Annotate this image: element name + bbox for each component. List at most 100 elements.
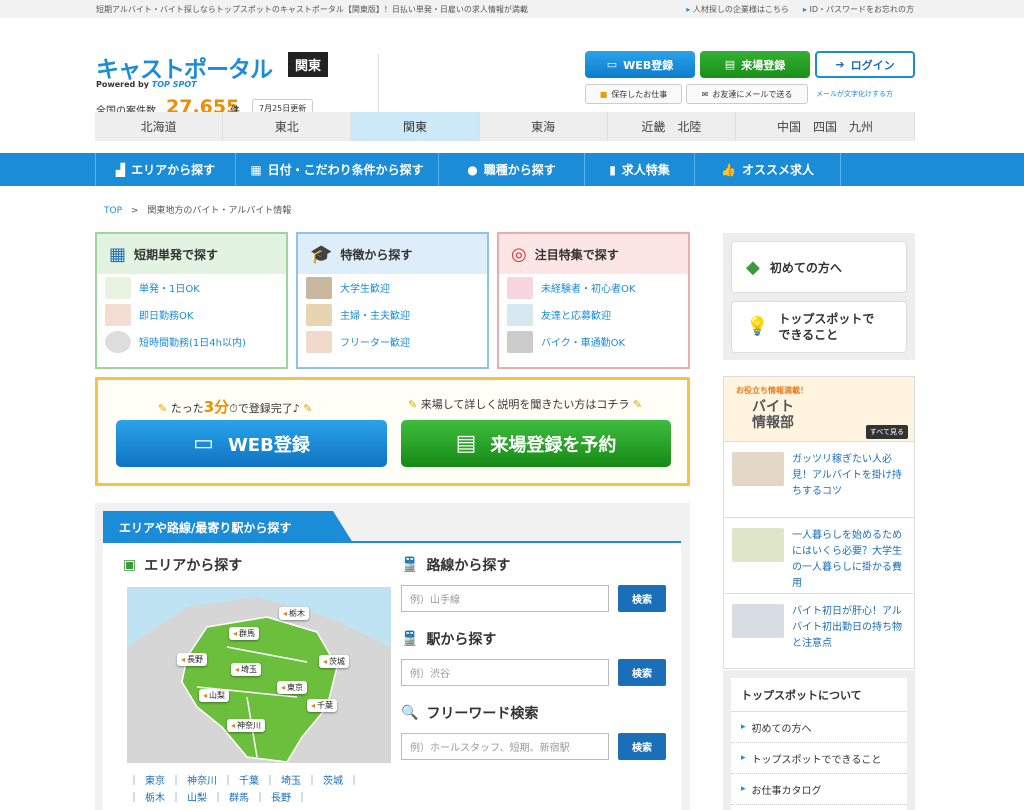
map-pin-gunma[interactable]: 群馬 (229, 627, 260, 640)
pref-link[interactable]: 栃木 (145, 793, 165, 804)
station-search-input[interactable]: 例）渋谷 (401, 659, 609, 686)
category-features: 🎓 特徴から探す 大学生歓迎 主婦・主夫歓迎 フリーター歓迎 (296, 232, 489, 369)
register-caption-visit: ✎ 来場して詳しく説明を聞きたい方はコチラ ✎ (408, 398, 643, 411)
pref-link[interactable]: 山梨 (187, 793, 207, 804)
category-link[interactable]: 短時間勤務(1日4h以内) (97, 328, 286, 355)
pref-link[interactable]: 埼玉 (281, 776, 301, 787)
map-pin-ibaraki[interactable]: 茨城 (319, 655, 350, 668)
nav-recommended[interactable]: 👍 オススメ求人 (694, 153, 841, 186)
freeword-search-input[interactable]: 例）ホールスタッフ、短期、新宿駅 (401, 733, 609, 760)
region-tab-chugoku-shikoku-kyushu[interactable]: 中国 四国 九州 (736, 112, 915, 141)
train-icon: 🚆 (401, 557, 419, 573)
station-search-title: 🚆 駅から探す (401, 631, 497, 648)
big-visit-register-button[interactable]: ▤ 来場登録を予約 (401, 420, 671, 467)
pref-link[interactable]: 群馬 (229, 793, 249, 804)
region-tab-tohoku[interactable]: 東北 (223, 112, 352, 141)
map-pin-tokyo[interactable]: 東京 (277, 681, 308, 694)
big-web-register-button[interactable]: ▭ WEB登録 (116, 420, 387, 467)
line-search-input[interactable]: 例）山手線 (401, 585, 609, 612)
thumbnail (306, 276, 332, 299)
article-item[interactable]: バイト初日が肝心！アルバイト初出勤日の持ち物と注意点 (724, 593, 914, 669)
header: キャストポータル Powered by TOP SPOT 関東 全国の案件数 2… (0, 18, 1024, 118)
category-link[interactable]: 即日勤務OK (97, 301, 286, 328)
about-link[interactable]: 初めての方へ (731, 712, 907, 743)
category-link[interactable]: 単発・1日OK (97, 274, 286, 301)
stopwatch-icon: ⏱ (229, 402, 238, 415)
region-tab-kinki-hokuriku[interactable]: 近畿 北陸 (608, 112, 736, 141)
lightbulb-icon: 💡 (746, 316, 769, 337)
pref-link[interactable]: 神奈川 (187, 776, 217, 787)
corporate-link[interactable]: 人材探しの企業様はこちら (686, 4, 789, 15)
login-button[interactable]: ➜ ログイン (815, 51, 915, 78)
info-banner[interactable]: お役立ち情報満載！ バイト 情報部 すべて見る (724, 377, 914, 441)
region-tab-hokkaido[interactable]: 北海道 (95, 112, 224, 141)
breadcrumb-top[interactable]: TOP (104, 206, 122, 216)
category-link[interactable]: 友達と応募歓迎 (499, 301, 688, 328)
calendar-icon: ▦ (250, 162, 262, 177)
site-tagline: 短期アルバイト・バイト探しならトップスポットのキャストポータル【関東版】！日払い… (96, 4, 528, 14)
thumbs-up-icon: 👍 (721, 162, 736, 177)
region-tab-tokai[interactable]: 東海 (480, 112, 608, 141)
clock-icon (105, 330, 131, 353)
see-all-button[interactable]: すべて見る (865, 425, 908, 439)
category-link[interactable]: フリーター歓迎 (298, 328, 487, 355)
about-link[interactable]: お仕事カタログ (731, 774, 907, 805)
station-search-button[interactable]: 検索 (618, 659, 666, 686)
category-link[interactable]: バイク・車通勤OK (499, 328, 688, 355)
thumbnail (507, 303, 533, 326)
graduation-cap-icon: 🎓 (310, 243, 333, 265)
train-icon: 🚆 (401, 631, 419, 647)
about-link[interactable]: トップスポットでできること (731, 743, 907, 774)
pref-link[interactable]: 茨城 (323, 776, 343, 787)
map-pin-kanagawa[interactable]: 神奈川 (227, 719, 266, 732)
nav-area[interactable]: ▟ エリアから探す (95, 153, 235, 186)
area-search-title: ▣ エリアから探す (123, 557, 243, 574)
map-pin-nagano[interactable]: 長野 (177, 653, 208, 666)
nav-date-conditions[interactable]: ▦ 日付・こだわり条件から探す (235, 153, 438, 186)
document-icon: ▤ (455, 431, 477, 456)
mail-garbled-link[interactable]: メールが文字化けする方 (816, 89, 893, 99)
freeword-search-button[interactable]: 検索 (618, 733, 666, 760)
pref-link[interactable]: 長野 (271, 793, 291, 804)
map-pin-saitama[interactable]: 埼玉 (231, 663, 262, 676)
pref-link[interactable]: 千葉 (239, 776, 259, 787)
breadcrumb: TOP > 関東地方のバイト・アルバイト情報 (104, 203, 291, 216)
web-register-button[interactable]: ▭ WEB登録 (585, 51, 695, 78)
category-link[interactable]: 主婦・主夫歓迎 (298, 301, 487, 328)
line-search-button[interactable]: 検索 (618, 585, 666, 612)
region-tabs: 北海道 東北 関東 東海 近畿 北陸 中国 四国 九州 (95, 112, 915, 141)
visit-register-button[interactable]: ▤ 来場登録 (700, 51, 810, 78)
map-pin-yamanashi[interactable]: 山梨 (199, 689, 230, 702)
pref-link[interactable]: 東京 (145, 776, 165, 787)
powered-by: Powered by TOP SPOT (96, 80, 197, 89)
search-tab: エリアや路線/最寄り駅から探す (103, 511, 353, 543)
document-icon: ▤ (724, 58, 736, 71)
article-item[interactable]: 一人暮らしを始めるためにはいくら必要？大学生の一人暮らしに掛かる費用 (724, 517, 914, 593)
region-tab-kanto[interactable]: 関東 (351, 112, 480, 141)
nav-job-type[interactable]: ● 職種から探す (438, 153, 584, 186)
first-time-button[interactable]: ◆ 初めての方へ (731, 241, 907, 293)
forgot-password-link[interactable]: ID・パスワードをお忘れの方 (803, 4, 914, 15)
about-title: トップスポットについて (731, 678, 907, 712)
category-link[interactable]: 未経験者・初心者OK (499, 274, 688, 301)
banner-subtitle: お役立ち情報満載！ (736, 386, 808, 395)
kanto-map[interactable]: 栃木 群馬 長野 埼玉 茨城 山梨 東京 千葉 神奈川 (127, 587, 391, 763)
category-link[interactable]: 大学生歓迎 (298, 274, 487, 301)
map-pin-tochigi[interactable]: 栃木 (279, 607, 310, 620)
article-item[interactable]: ガッツリ稼ぎたい人必見！アルバイトを掛け持ちするコツ (724, 441, 914, 517)
thumbnail (507, 276, 533, 299)
beginner-leaf-icon: ◆ (746, 256, 760, 278)
map-pin-chiba[interactable]: 千葉 (307, 699, 338, 712)
category-title: 短期単発で探す (134, 247, 219, 262)
breadcrumb-sep: > (130, 206, 139, 216)
breadcrumb-current: 関東地方のバイト・アルバイト情報 (147, 206, 292, 216)
sidebar-articles: お役立ち情報満載！ バイト 情報部 すべて見る ガッツリ稼ぎたい人必見！アルバイト… (723, 376, 915, 669)
site-logo[interactable]: キャストポータル (96, 50, 273, 84)
top-bar: 短期アルバイト・バイト探しならトップスポットのキャストポータル【関東版】！日払い… (0, 0, 1024, 18)
saved-jobs-button[interactable]: ■ 保存したお仕事 (585, 84, 682, 104)
header-divider (378, 54, 379, 112)
mail-friend-button[interactable]: ✉ お友達にメールで送る (686, 84, 808, 104)
nav-feature[interactable]: ▮ 求人特集 (584, 153, 694, 186)
map-icon: ▣ (123, 557, 137, 573)
what-you-can-do-button[interactable]: 💡 トップスポットで できること (731, 301, 907, 353)
